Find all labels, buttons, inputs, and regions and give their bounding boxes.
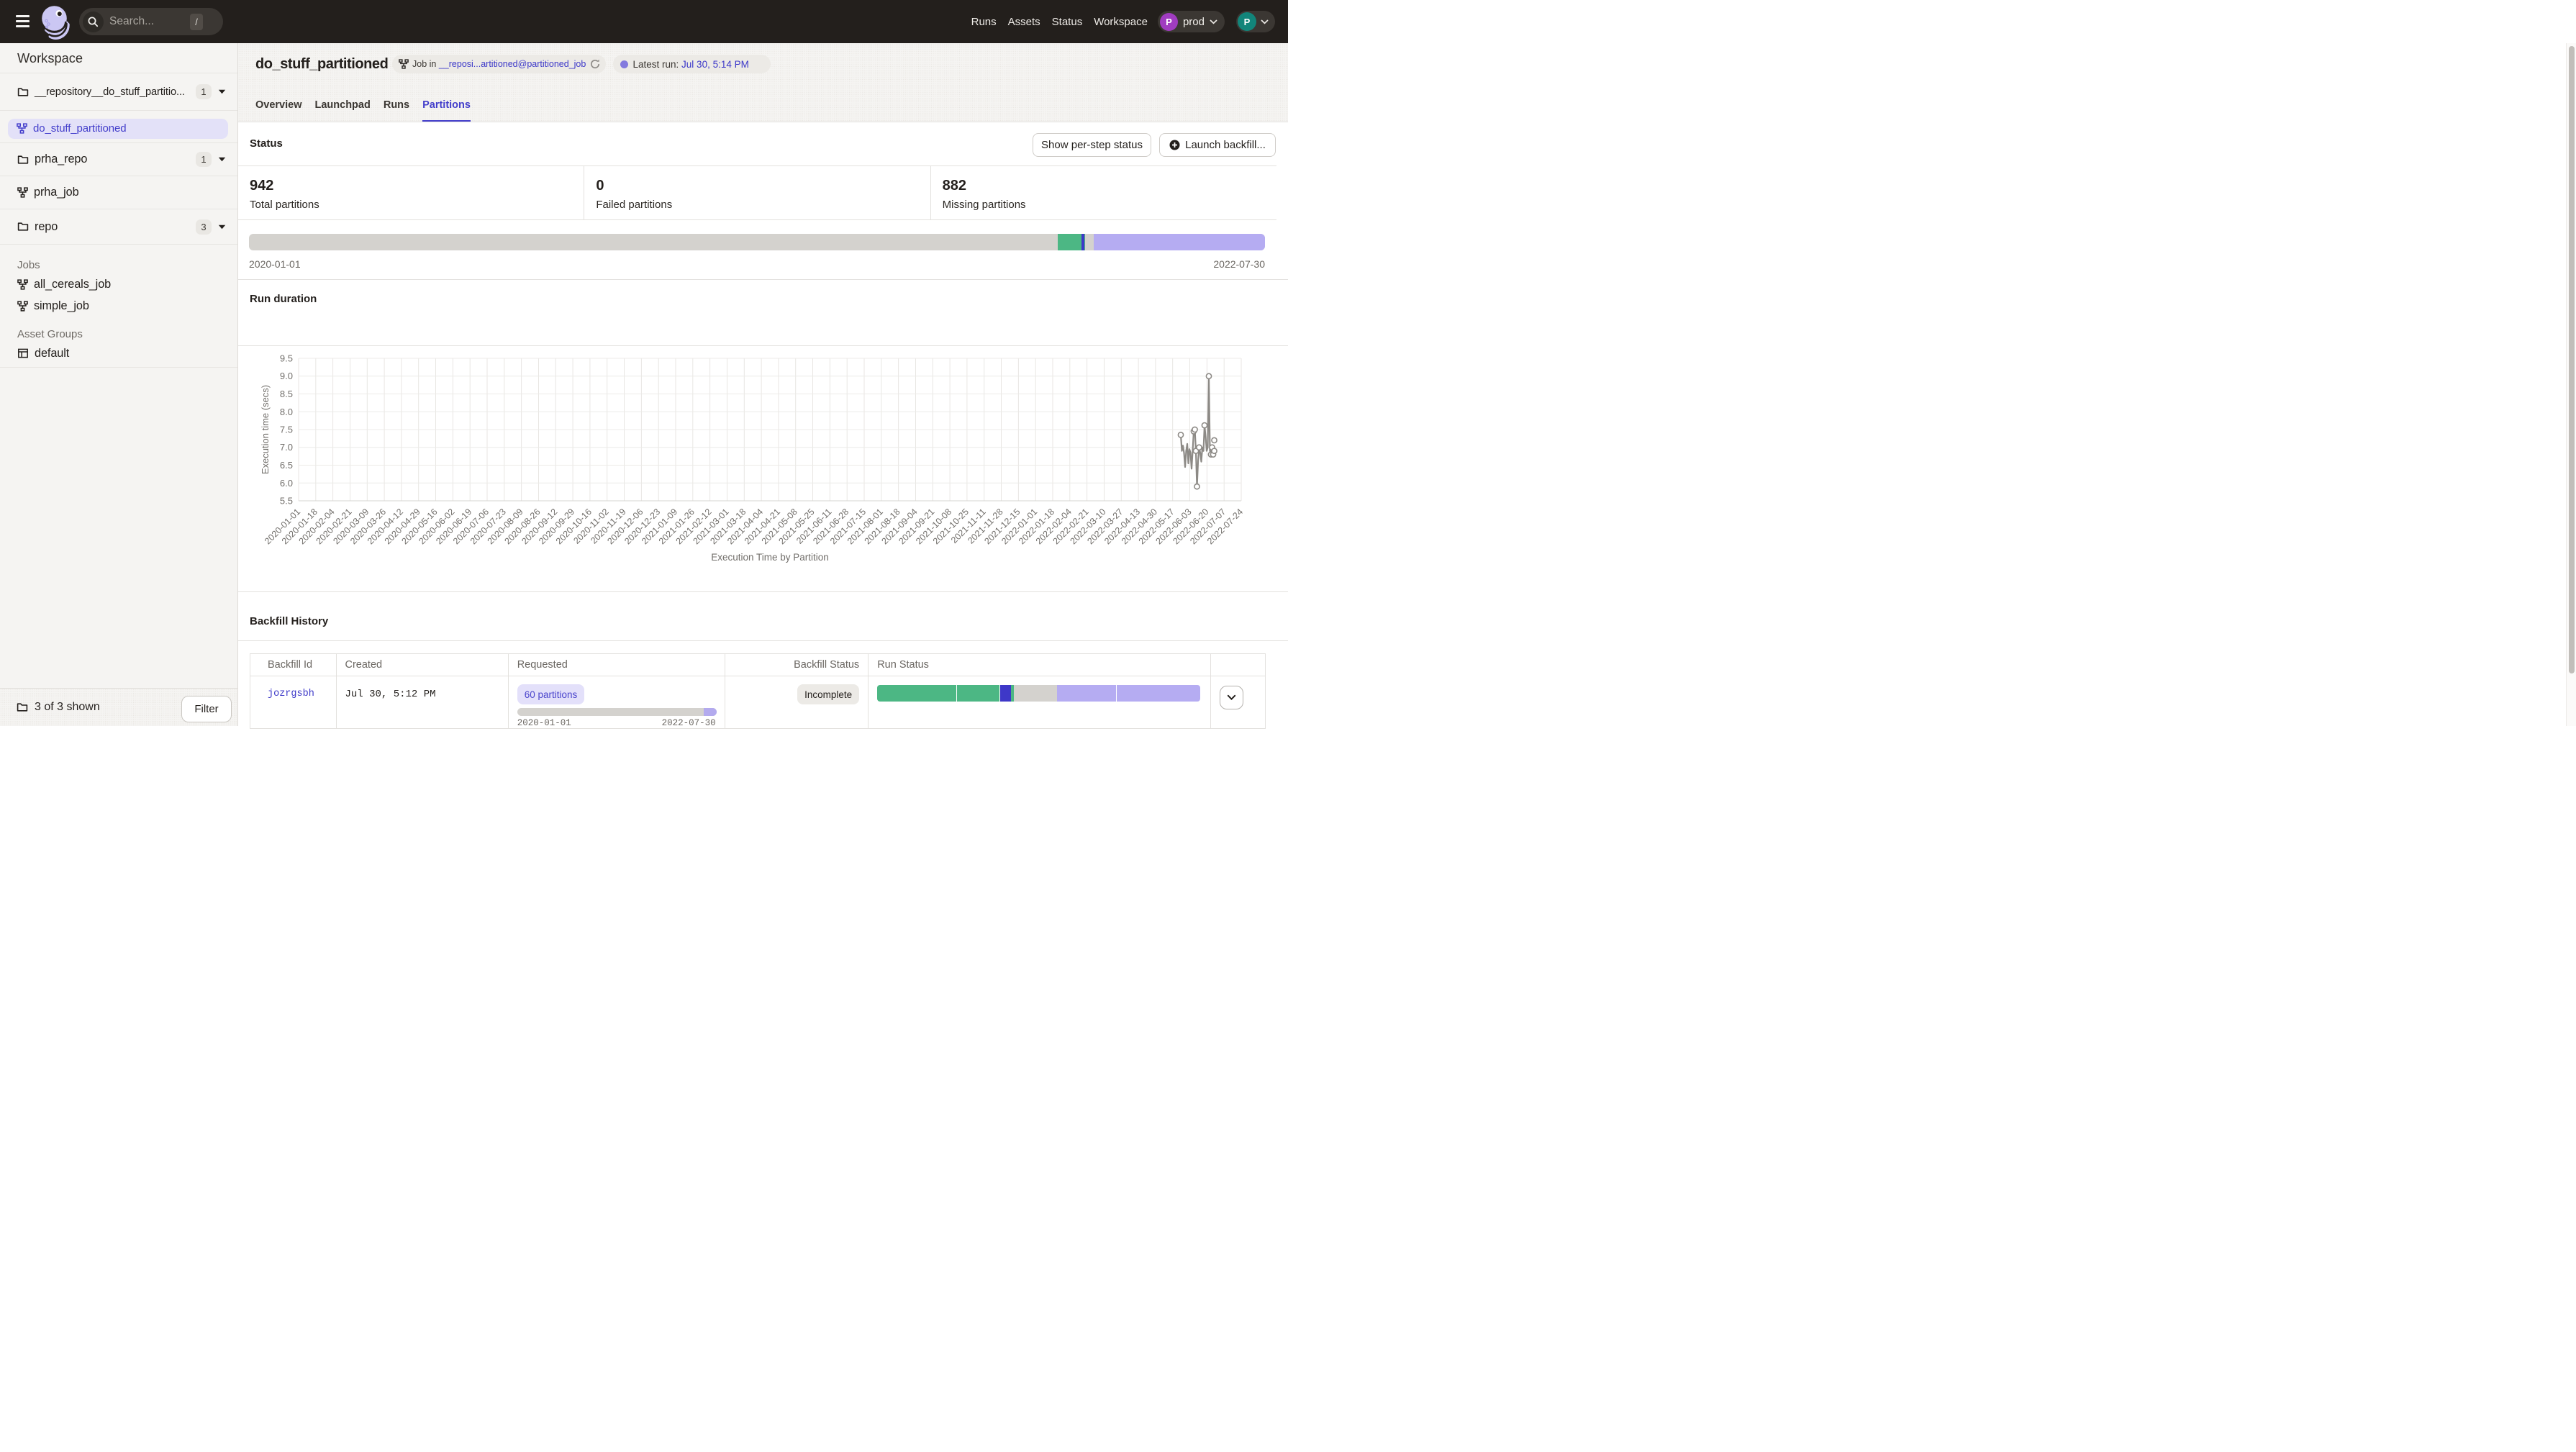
svg-text:9.5: 9.5 [280,353,293,364]
svg-text:7.5: 7.5 [280,425,293,435]
svg-text:9.0: 9.0 [280,371,293,381]
svg-text:Execution Time by Partition: Execution Time by Partition [711,552,829,563]
svg-text:6.5: 6.5 [280,460,293,471]
svg-text:5.5: 5.5 [280,496,293,507]
svg-text:8.0: 8.0 [280,407,293,417]
svg-text:7.0: 7.0 [280,442,293,453]
svg-text:6.0: 6.0 [280,478,293,489]
svg-text:Execution time (secs): Execution time (secs) [260,385,271,474]
svg-text:8.5: 8.5 [280,389,293,399]
